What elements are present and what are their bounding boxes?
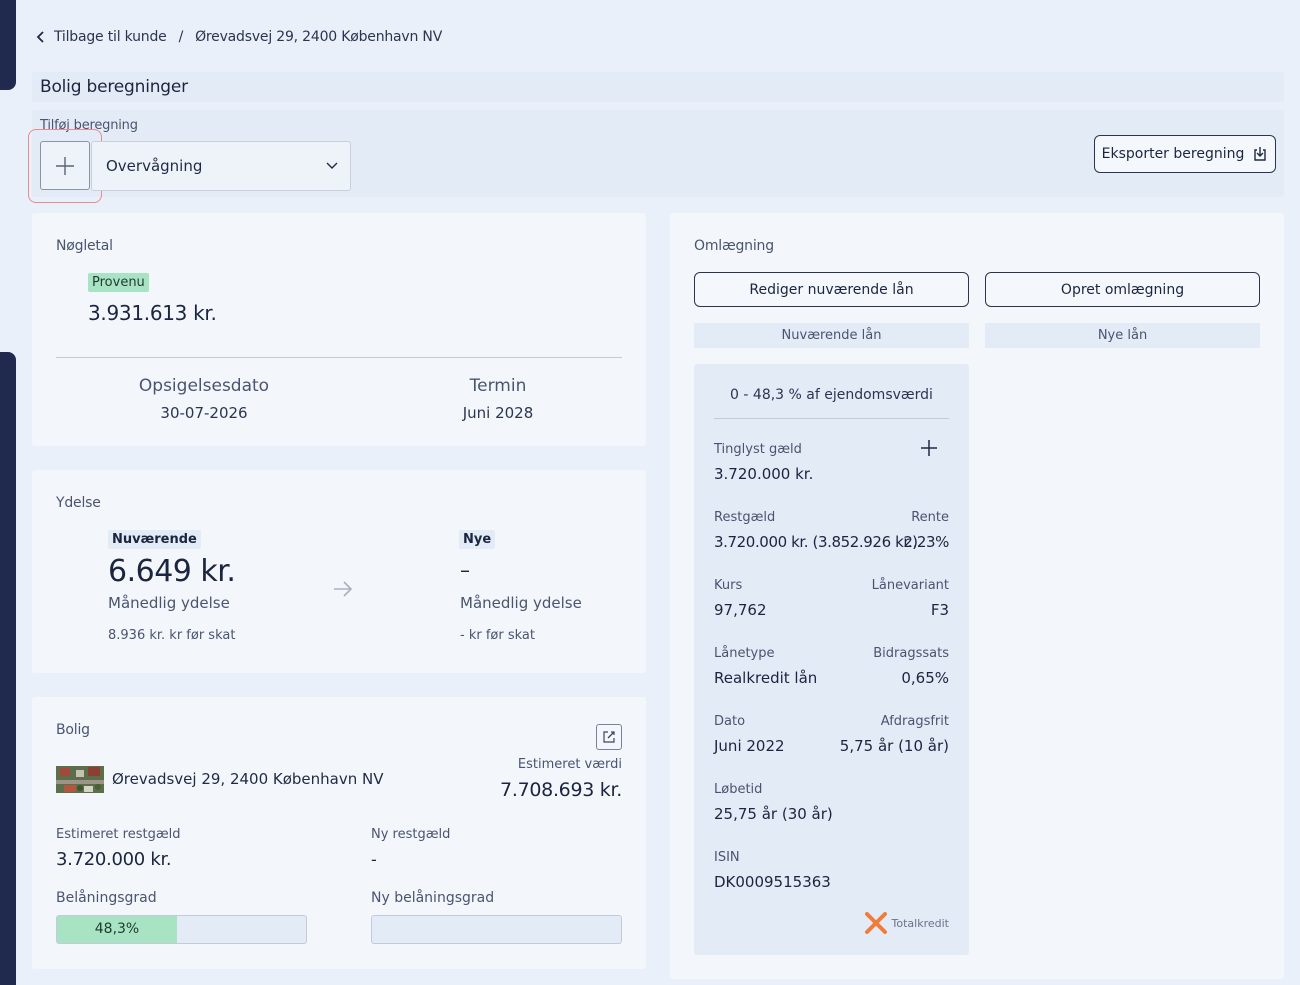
term-value: Juni 2028 [462,404,534,422]
registered-debt-label: Tinglyst gæld [714,442,802,457]
new-debt-label: Ny restgæld [371,827,451,842]
create-refinance-button[interactable]: Opret omlægning [985,272,1260,307]
current-loans-label: Nuværende lån [781,328,882,343]
create-refinance-label: Opret omlægning [1060,281,1185,298]
registered-debt-value: 3.720.000 kr. [714,465,814,483]
new-loans-header: Nye lån [985,323,1260,348]
breadcrumb-separator: / [178,29,184,45]
add-registered-debt-button[interactable] [920,439,938,457]
remaining-debt-label: Restgæld [714,510,776,525]
new-badge: Nye [459,530,496,549]
chevron-down-icon [326,162,338,169]
loan-type-value: Realkredit lån [714,669,818,687]
refinance-card: Omlægning Rediger nuværende lån Opret om… [670,213,1284,979]
edit-current-loan-button[interactable]: Rediger nuværende lån [694,272,969,307]
variant-value: F3 [930,601,949,619]
current-pretax: 8.936 kr. kr før skat [108,628,236,643]
new-payment-value: – [460,558,470,582]
key-figures-title: Nøgletal [56,238,113,254]
price-label: Kurs [714,578,743,593]
fee-value: 0,65% [901,669,949,687]
provenu-value: 3.931.613 kr. [88,301,217,325]
back-to-customer-link[interactable]: Tilbage til kunde [36,29,167,45]
chevron-left-icon [36,31,44,43]
calculation-type-select[interactable]: Overvågning [91,141,351,191]
edit-home-button[interactable] [596,724,622,750]
lender-name: Totalkredit [891,916,949,930]
new-ltv-label: Ny belåningsgrad [371,890,495,906]
isin-label: ISIN [714,850,740,865]
sidebar-edge-bottom [0,352,16,985]
estimated-value-label: Estimeret værdi [517,757,622,772]
estimated-debt-label: Estimeret restgæld [56,827,181,842]
new-debt: - [371,850,377,869]
new-pretax: - kr før skat [460,628,535,643]
variant-label: Lånevariant [871,578,949,593]
page-title-bar: Bolig beregninger [32,72,1284,102]
estimated-value: 7.708.693 kr. [500,779,622,801]
export-button-label: Eksporter beregning [1101,146,1245,162]
arrow-right-icon [334,581,353,597]
loan-card: 0 - 48,3 % af ejendomsværdi Tinglyst gæl… [694,364,969,955]
edit-icon [603,731,615,743]
fee-label: Bidragssats [873,646,949,661]
date-label: Dato [714,714,746,729]
rate-value: 2,23% [903,533,949,551]
ltv-value: 48,3% [94,921,140,937]
interest-only-label: Afdragsfrit [880,714,949,729]
export-calculation-button[interactable]: Eksporter beregning [1094,135,1276,173]
payment-card: Ydelse Nuværende 6.649 kr. Månedlig ydel… [32,470,646,673]
price-value: 97,762 [714,601,767,619]
key-figures-divider [56,357,622,358]
new-ltv-bar [371,915,622,944]
breadcrumb: Tilbage til kunde / Ørevadsvej 29, 2400 … [36,29,442,45]
current-badge: Nuværende [108,530,201,549]
add-calculation-button[interactable] [40,141,90,190]
date-value: Juni 2022 [714,737,785,755]
loan-term-value: 25,75 år (30 år) [714,805,833,823]
home-address: Ørevadsvej 29, 2400 København NV [112,770,384,788]
interest-only-value: 5,75 år (10 år) [839,737,949,755]
house-thumbnail [56,766,104,793]
loan-range: 0 - 48,3 % af ejendomsværdi [730,387,933,403]
payment-title: Ydelse [56,495,101,511]
loan-range-divider [714,418,949,419]
notice-date-value: 30-07-2026 [160,404,248,422]
edit-current-loan-label: Rediger nuværende lån [749,281,914,298]
current-payment-sublabel: Månedlig ydelse [108,594,230,612]
home-card: Bolig Ørevadsvej 29, 2400 København NV E… [32,697,646,969]
totalkredit-mark-icon [864,912,887,934]
rate-label: Rente [911,510,949,525]
key-figures-card: Nøgletal Provenu 3.931.613 kr. Opsigelse… [32,213,646,446]
notice-date-label: Opsigelsesdato [138,376,270,396]
remaining-debt-value: 3.720.000 kr. (3.852.926 kr.) [714,533,918,551]
export-icon [1254,147,1267,161]
current-loans-header: Nuværende lån [694,323,969,348]
isin-value: DK0009515363 [714,873,831,891]
new-payment-sublabel: Månedlig ydelse [460,594,582,612]
back-link-label: Tilbage til kunde [54,29,167,45]
breadcrumb-current: Ørevadsvej 29, 2400 København NV [195,29,443,45]
term-label: Termin [469,376,527,396]
loan-term-label: Løbetid [714,782,763,797]
refinance-title: Omlægning [694,238,774,254]
totalkredit-logo: Totalkredit [864,911,949,935]
page-title: Bolig beregninger [40,77,188,97]
ltv-label: Belåningsgrad [56,890,157,906]
loan-type-label: Lånetype [714,646,775,661]
home-title: Bolig [56,722,90,738]
ltv-bar: 48,3% [56,915,307,944]
provenu-badge: Provenu [88,273,149,292]
new-loans-label: Nye lån [1097,328,1148,343]
current-payment-value: 6.649 kr. [108,554,236,589]
plus-icon [56,156,74,175]
estimated-debt: 3.720.000 kr. [56,849,172,870]
sidebar-edge-top [0,0,16,90]
calculation-type-value: Overvågning [106,157,203,175]
